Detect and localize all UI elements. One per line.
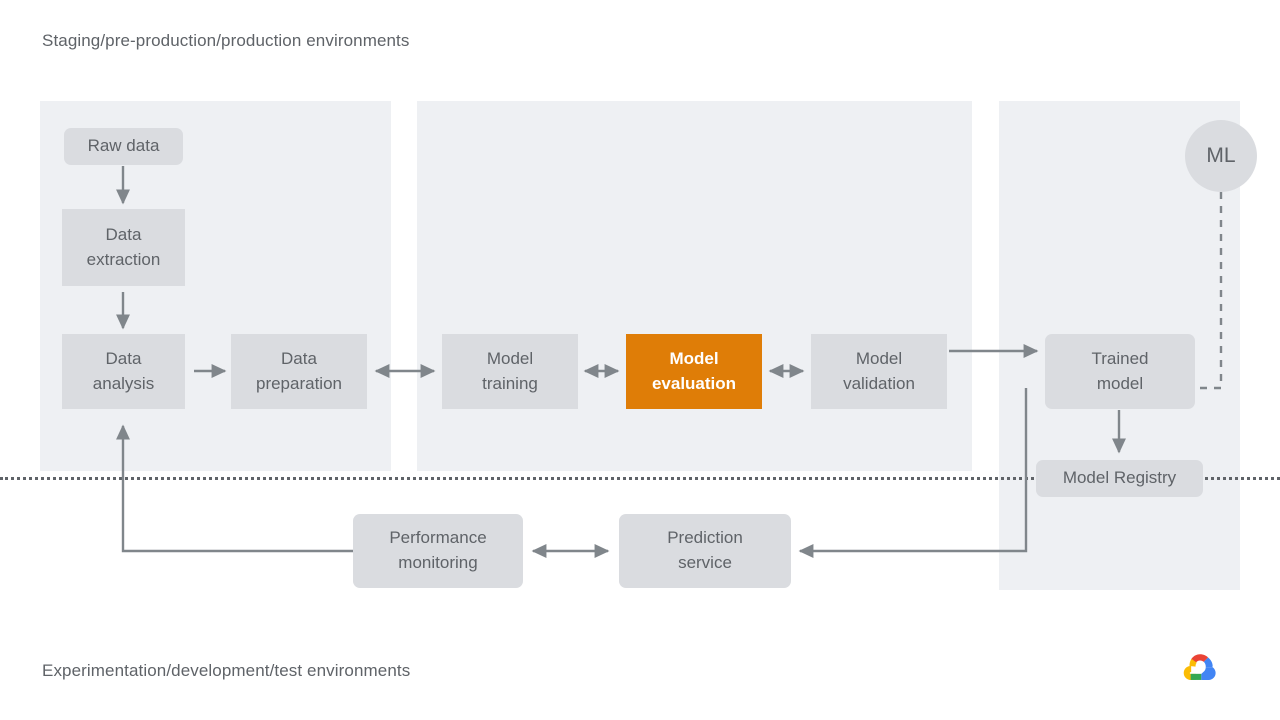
node-ml-metadata-label: ML <box>1206 143 1236 167</box>
node-model-validation-label: Model validation <box>843 348 915 393</box>
node-prediction-service-label: Prediction service <box>667 528 743 572</box>
node-data-analysis[interactable]: Data analysis <box>62 334 185 409</box>
node-data-analysis-label: Data analysis <box>92 348 155 393</box>
node-model-registry[interactable]: Model Registry <box>1036 460 1203 497</box>
node-prediction-service[interactable]: Prediction service <box>619 514 791 588</box>
node-ml-metadata-store[interactable]: ML <box>1185 120 1257 192</box>
node-trained-model[interactable]: Trained model <box>1045 334 1195 409</box>
node-model-registry-label: Model Registry <box>1062 468 1177 488</box>
model-training-panel <box>417 101 972 471</box>
node-model-training[interactable]: Model training <box>442 334 578 409</box>
node-model-evaluation-label: Model evaluation <box>651 348 737 393</box>
diagram-canvas: Staging/pre-production/production enviro… <box>0 0 1280 720</box>
google-cloud-logo-icon <box>1183 654 1216 680</box>
node-performance-monitoring[interactable]: Performance monitoring <box>353 514 523 588</box>
node-data-preparation-label: Data preparation <box>255 348 342 393</box>
node-model-training-label: Model training <box>482 348 538 393</box>
node-model-evaluation[interactable]: Model evaluation <box>626 334 762 409</box>
node-data-preparation[interactable]: Data preparation <box>231 334 367 409</box>
node-raw-data[interactable]: Raw data <box>64 128 183 165</box>
node-model-validation[interactable]: Model validation <box>811 334 947 409</box>
bottom-environment-label: Experimentation/development/test environ… <box>42 661 411 680</box>
node-data-extraction[interactable]: Data extraction <box>62 209 185 286</box>
node-raw-data-label: Raw data <box>87 136 160 156</box>
node-data-extraction-label: Data extraction <box>86 224 161 269</box>
node-trained-model-label: Trained model <box>1091 348 1149 393</box>
top-environment-label: Staging/pre-production/production enviro… <box>42 31 410 50</box>
node-performance-monitoring-label: Performance monitoring <box>389 528 487 572</box>
